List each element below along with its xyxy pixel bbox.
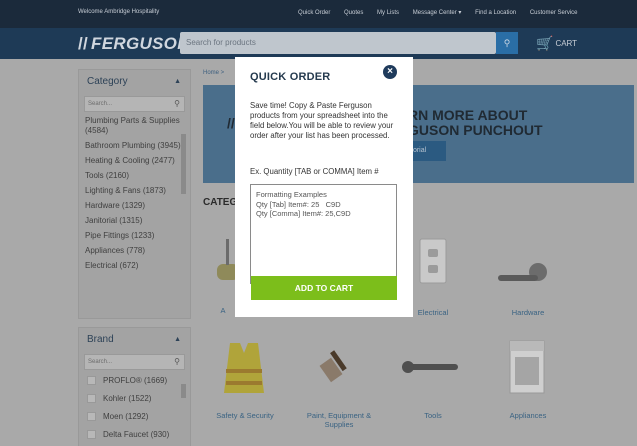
collapse-arrow-icon[interactable]: ▲ [174,78,181,85]
brand-scrollbar[interactable] [181,384,186,398]
modal-title: QUICK ORDER [250,71,331,83]
banner-heading-line1: RN MORE ABOUT [408,107,528,123]
add-to-cart-button[interactable]: ADD TO CART [251,276,397,300]
category-item[interactable]: Appliances (778) [85,246,184,256]
brand-label: Kohler (1522) [103,394,152,403]
category-paint-label[interactable]: Paint, Equipment & Supplies [294,411,384,429]
category-tools-label[interactable]: Tools [388,411,478,420]
cart-label: CART [555,39,578,48]
logo-text: FERGUSON [91,34,190,53]
brand-title: Brand [87,334,114,345]
category-list: Plumbing Parts & Supplies (4584) Bathroo… [79,116,190,271]
brand-item[interactable]: PROFLO® (1669) [87,374,182,392]
category-search-placeholder: Search... [88,101,113,107]
category-item[interactable]: Electrical (672) [85,261,184,271]
format-example-label: Ex. Quantity [TAB or COMMA] Item # [250,167,379,176]
welcome-text: Welcome Ambridge Hospitality [78,9,160,15]
site-header: //FERGUSON Search for products ⚲ 🛒 CART [0,28,637,59]
category-filter-panel: Category ▲ Search... ⚲ Plumbing Parts & … [78,69,191,319]
category-item[interactable]: Lighting & Fans (1873) [85,186,184,196]
quick-order-modal: QUICK ORDER × Save time! Copy & Paste Fe… [235,57,413,317]
category-item[interactable]: Pipe Fittings (1233) [85,231,184,241]
brand-checkbox[interactable] [87,376,96,386]
ferguson-mark-icon: // [78,34,89,53]
door-lever-image[interactable] [496,259,556,299]
modal-description: Save time! Copy & Paste Ferguson product… [250,101,394,140]
paint-brush-image[interactable] [314,342,364,392]
quick-order-textarea[interactable]: Formatting Examples Qty [Tab] Item#: 25 … [250,184,397,284]
brand-label: Moen (1292) [103,412,149,421]
breadcrumb[interactable]: Home > [203,70,224,76]
search-icon: ⚲ [174,99,180,108]
utility-links: Quick Order Quotes My Lists Message Cent… [298,9,590,16]
search-icon: ⚲ [503,38,511,48]
electrical-outlet-image[interactable] [418,237,448,287]
category-search-input[interactable]: Search... ⚲ [84,96,185,112]
ferguson-logo[interactable]: //FERGUSON [78,34,190,54]
category-item[interactable]: Tools (2160) [85,171,184,181]
cart-icon: 🛒 [536,35,554,51]
brand-label: PROFLO® (1669) [103,376,168,385]
safety-vest-image[interactable] [222,339,266,397]
category-item[interactable]: Heating & Cooling (2477) [85,156,184,166]
search-button[interactable]: ⚲ [496,32,518,54]
brand-search-input[interactable]: Search... ⚲ [84,354,185,370]
range-appliance-image[interactable] [508,339,546,395]
brand-item[interactable]: Kohler (1522) [87,392,182,410]
brand-checkbox[interactable] [87,394,96,404]
search-icon: ⚲ [174,357,180,366]
category-scrollbar[interactable] [181,134,186,194]
brand-checkbox[interactable] [87,430,96,440]
message-center-link[interactable]: Message Center ▾ [413,10,462,16]
my-lists-link[interactable]: My Lists [377,10,399,16]
categories-heading: CATEG [203,197,238,208]
search-placeholder: Search for products [186,38,256,47]
wrench-image[interactable] [400,357,464,377]
category-item[interactable]: Hardware (1329) [85,201,184,211]
brand-label: Delta Faucet (930) [103,430,170,439]
brand-checkbox[interactable] [87,412,96,422]
category-item[interactable]: Janitorial (1315) [85,216,184,226]
category-panel-header[interactable]: Category ▲ [79,70,190,94]
banner-heading-line2: GUSON PUNCHOUT [408,122,543,138]
category-appliances-label[interactable]: Appliances [483,411,573,420]
brand-list: PROFLO® (1669) Kohler (1522) Moen (1292)… [79,374,190,446]
find-location-link[interactable]: Find a Location [475,10,516,16]
category-hardware-label[interactable]: Hardware [483,308,573,317]
quick-order-link[interactable]: Quick Order [298,10,330,16]
category-title: Category [87,76,128,87]
brand-filter-panel: Brand ▲ Search... ⚲ PROFLO® (1669) Kohle… [78,327,191,446]
collapse-arrow-icon[interactable]: ▲ [174,336,181,343]
brand-item[interactable]: Delta Faucet (930) [87,428,182,446]
brand-search-placeholder: Search... [88,359,113,365]
tutorial-button[interactable]: torial [408,141,446,161]
close-button[interactable]: × [383,65,397,79]
banner-logo-mark-icon: // [227,115,235,131]
search-input[interactable]: Search for products [180,32,496,54]
utility-bar: Welcome Ambridge Hospitality Quick Order… [0,0,637,28]
quotes-link[interactable]: Quotes [344,10,363,16]
textarea-placeholder: Formatting Examples Qty [Tab] Item#: 25 … [256,190,351,218]
brand-item[interactable]: Moen (1292) [87,410,182,428]
cart-button[interactable]: 🛒 CART [536,35,577,52]
customer-service-link[interactable]: Customer Service [530,10,578,16]
category-safety-label[interactable]: Safety & Security [200,411,290,420]
close-icon: × [387,66,393,77]
category-item[interactable]: Bathroom Plumbing (3945) [85,141,184,151]
brand-panel-header[interactable]: Brand ▲ [79,328,190,352]
category-item[interactable]: Plumbing Parts & Supplies (4584) [85,116,184,136]
